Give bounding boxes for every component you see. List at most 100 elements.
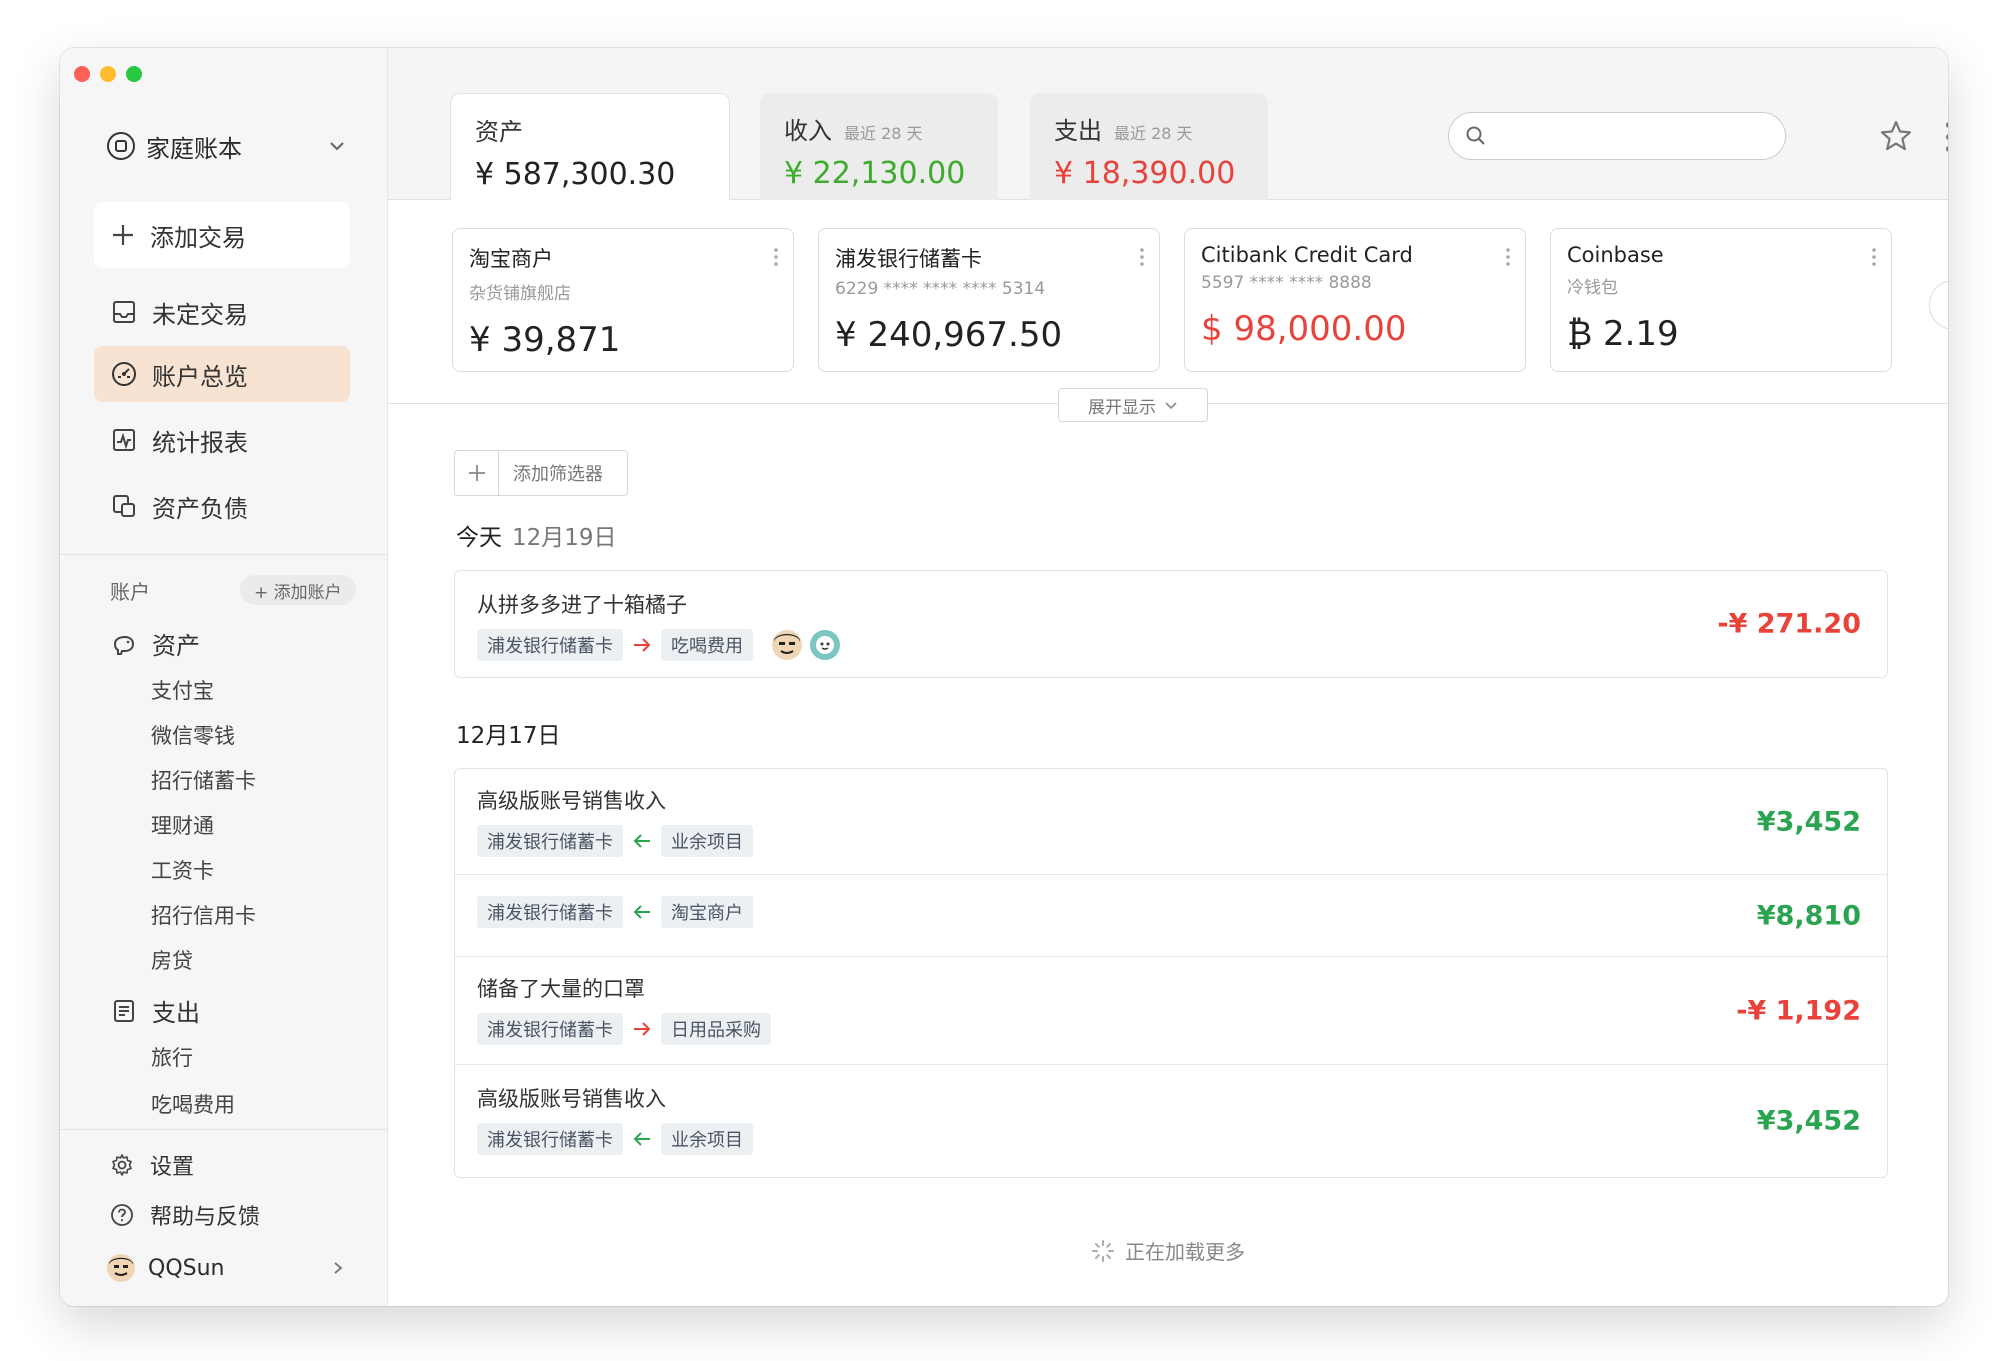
app-window: 家庭账本 添加交易 未定交易 账户总览 统计报表 资产负债 账户 + 添加账户 [60, 48, 1948, 1306]
close-window-button[interactable] [74, 66, 90, 82]
card-name: Coinbase [1567, 243, 1664, 267]
search-box[interactable] [1448, 112, 1786, 160]
help-feedback-button[interactable]: 帮助与反馈 [110, 1199, 260, 1231]
to-account-tag[interactable]: 浦发银行储蓄卡 [477, 896, 623, 928]
to-account-tag[interactable]: 浦发银行储蓄卡 [477, 1123, 623, 1155]
chart-icon [113, 429, 135, 451]
transaction-title: 储备了大量的口罩 [477, 977, 645, 1001]
date-header: 12月17日 [456, 716, 561, 750]
transaction-list: 从拼多多进了十箱橘子 浦发银行储蓄卡 吃喝费用 -¥ 271.20 [454, 570, 1888, 678]
card-subtitle: 杂货铺旗舰店 [469, 284, 571, 304]
user-profile-button[interactable]: QQSun [106, 1248, 346, 1288]
card-name: 浦发银行储蓄卡 [835, 247, 982, 271]
account-item[interactable]: 招行储蓄卡 [151, 765, 256, 795]
ledger-selector[interactable]: 家庭账本 [106, 126, 346, 166]
card-amount: ¥ 240,967.50 [835, 315, 1063, 355]
card-menu-icon[interactable] [1139, 247, 1145, 267]
transaction-row[interactable]: 高级版账号销售收入 浦发银行储蓄卡 业余项目 ¥3,452 [455, 1065, 1887, 1177]
from-account-tag[interactable]: 业余项目 [661, 825, 753, 857]
from-account-tag[interactable]: 浦发银行储蓄卡 [477, 1013, 623, 1045]
account-item[interactable]: 招行信用卡 [151, 900, 256, 930]
tab-income[interactable]: 收入 最近 28 天 ¥ 22,130.00 [760, 93, 998, 201]
card-subtitle: 5597 **** **** 8888 [1201, 273, 1372, 293]
expand-cards-button[interactable]: 展开显示 [1058, 388, 1208, 422]
to-account-tag[interactable]: 浦发银行储蓄卡 [477, 825, 623, 857]
settings-button[interactable]: 设置 [110, 1149, 194, 1181]
to-account-tag[interactable]: 日用品采购 [661, 1013, 771, 1045]
card-amount: $ 98,000.00 [1201, 309, 1407, 349]
tab-period: 最近 28 天 [844, 124, 923, 143]
transaction-title: 高级版账号销售收入 [477, 789, 666, 813]
transaction-row[interactable]: 从拼多多进了十箱橘子 浦发银行储蓄卡 吃喝费用 -¥ 271.20 [455, 571, 1887, 677]
sidebar: 家庭账本 添加交易 未定交易 账户总览 统计报表 资产负债 账户 + 添加账户 [60, 48, 388, 1306]
card-name: Citibank Credit Card [1201, 243, 1413, 267]
add-transaction-label: 添加交易 [150, 223, 246, 252]
add-filter-button[interactable]: 添加筛选器 [454, 450, 628, 496]
settings-label: 设置 [150, 1155, 195, 1180]
account-item[interactable]: 理财通 [151, 810, 214, 840]
transaction-title: 高级版账号销售收入 [477, 1087, 666, 1111]
nav-label: 账户总览 [152, 362, 248, 391]
avatar[interactable] [771, 629, 803, 661]
tab-amount: ¥ 587,300.30 [475, 157, 676, 192]
account-item[interactable]: 吃喝费用 [151, 1089, 235, 1119]
ledger-icon [107, 132, 135, 160]
piggy-bank-icon [113, 635, 135, 655]
from-account-tag[interactable]: 浦发银行储蓄卡 [477, 629, 623, 661]
avatar[interactable] [809, 629, 841, 661]
receipt-icon [114, 999, 134, 1022]
help-label: 帮助与反馈 [150, 1205, 261, 1230]
group-expenses[interactable]: 支出 [110, 993, 200, 1028]
nav-reports[interactable]: 统计报表 [94, 412, 350, 468]
summary-tab-bar: 资产 ¥ 587,300.30 收入 最近 28 天 ¥ 22,130.00 支出… [388, 48, 1948, 201]
add-account-button[interactable]: + 添加账户 [240, 575, 356, 605]
transaction-row[interactable]: 浦发银行储蓄卡 淘宝商户 ¥8,810 [455, 875, 1887, 957]
search-icon [1466, 126, 1485, 145]
account-item[interactable]: 微信零钱 [151, 720, 235, 750]
card-menu-icon[interactable] [1871, 247, 1877, 267]
user-name: QQSun [148, 1255, 225, 1281]
tab-period: 最近 28 天 [1114, 124, 1193, 143]
group-assets[interactable]: 资产 [110, 626, 200, 661]
nav-account-overview[interactable]: 账户总览 [94, 346, 350, 402]
date-header-label: 今天 [456, 525, 502, 551]
add-transaction-button[interactable]: 添加交易 [94, 202, 350, 268]
account-card[interactable]: Coinbase 冷钱包 ₿ 2.19 [1550, 228, 1892, 372]
avatar [107, 1254, 135, 1282]
transaction-row[interactable]: 高级版账号销售收入 浦发银行储蓄卡 业余项目 ¥3,452 [455, 769, 1887, 875]
from-account-tag[interactable]: 业余项目 [661, 1123, 753, 1155]
nav-balance-sheet[interactable]: 资产负债 [94, 478, 350, 534]
main-panel: 资产 ¥ 587,300.30 收入 最近 28 天 ¥ 22,130.00 支出… [388, 48, 1948, 1306]
tab-title: 支出 [1054, 117, 1102, 145]
minimize-window-button[interactable] [100, 66, 116, 82]
card-menu-icon[interactable] [773, 247, 779, 267]
to-account-tag[interactable]: 吃喝费用 [661, 629, 753, 661]
more-options-icon[interactable] [1944, 120, 1948, 154]
cards-next-button[interactable] [1929, 280, 1948, 330]
arrow-right-icon [634, 1022, 651, 1036]
transaction-amount: -¥ 1,192 [1736, 995, 1861, 1026]
account-item[interactable]: 房贷 [151, 945, 193, 975]
search-input[interactable] [1497, 125, 1785, 147]
chevron-right-icon [1945, 296, 1948, 314]
plus-icon [455, 451, 499, 495]
from-account-tag[interactable]: 淘宝商户 [661, 896, 753, 928]
nav-pending-transactions[interactable]: 未定交易 [94, 284, 350, 340]
chevron-right-icon [334, 1262, 343, 1274]
account-card[interactable]: 浦发银行储蓄卡 6229 **** **** **** 5314 ¥ 240,9… [818, 228, 1160, 372]
account-card[interactable]: 淘宝商户 杂货铺旗舰店 ¥ 39,871 [452, 228, 794, 372]
account-item[interactable]: 旅行 [151, 1042, 193, 1072]
dashboard-icon [112, 362, 136, 386]
date-header-label: 12月17日 [456, 723, 561, 749]
transaction-row[interactable]: 储备了大量的口罩 浦发银行储蓄卡 日用品采购 -¥ 1,192 [455, 957, 1887, 1065]
zoom-window-button[interactable] [126, 66, 142, 82]
account-item[interactable]: 支付宝 [151, 675, 214, 705]
tab-assets[interactable]: 资产 ¥ 587,300.30 [450, 93, 730, 201]
tab-title: 收入 [784, 117, 832, 145]
account-item[interactable]: 工资卡 [151, 855, 214, 885]
star-icon[interactable] [1878, 118, 1914, 154]
transaction-amount: ¥3,452 [1756, 1105, 1861, 1137]
card-menu-icon[interactable] [1505, 247, 1511, 267]
tab-expense[interactable]: 支出 最近 28 天 ¥ 18,390.00 [1030, 93, 1268, 201]
account-card[interactable]: Citibank Credit Card 5597 **** **** 8888… [1184, 228, 1526, 372]
